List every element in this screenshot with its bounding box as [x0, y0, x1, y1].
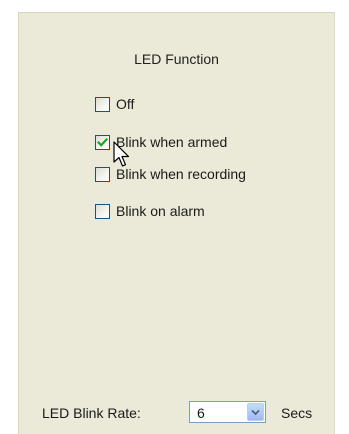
checkbox-blink-when-armed[interactable]: Blink when armed	[95, 133, 227, 151]
checkbox-box[interactable]	[95, 166, 110, 182]
chevron-down-icon	[251, 409, 260, 416]
checkbox-label: Blink when armed	[116, 134, 228, 150]
blink-rate-label: LED Blink Rate:	[42, 405, 141, 421]
checkbox-label: Blink on alarm	[116, 203, 205, 219]
checkmark-icon	[97, 137, 108, 147]
blink-rate-dropdown[interactable]: 6	[189, 401, 266, 423]
checkbox-off[interactable]: Off	[95, 95, 134, 113]
dropdown-button[interactable]	[247, 403, 264, 421]
checkbox-blink-when-recording[interactable]: Blink when recording	[95, 165, 246, 183]
blink-rate-value: 6	[197, 405, 205, 421]
checkbox-blink-on-alarm[interactable]: Blink on alarm	[95, 202, 205, 220]
checkbox-box[interactable]	[95, 134, 110, 150]
led-function-panel: LED Function Off Blink when armed Blink …	[18, 12, 335, 434]
checkbox-box[interactable]	[95, 203, 110, 219]
checkbox-label: Blink when recording	[116, 166, 246, 182]
checkbox-box[interactable]	[95, 96, 110, 112]
blink-rate-unit: Secs	[281, 405, 313, 421]
panel-title: LED Function	[134, 51, 219, 67]
checkbox-label: Off	[116, 96, 135, 112]
